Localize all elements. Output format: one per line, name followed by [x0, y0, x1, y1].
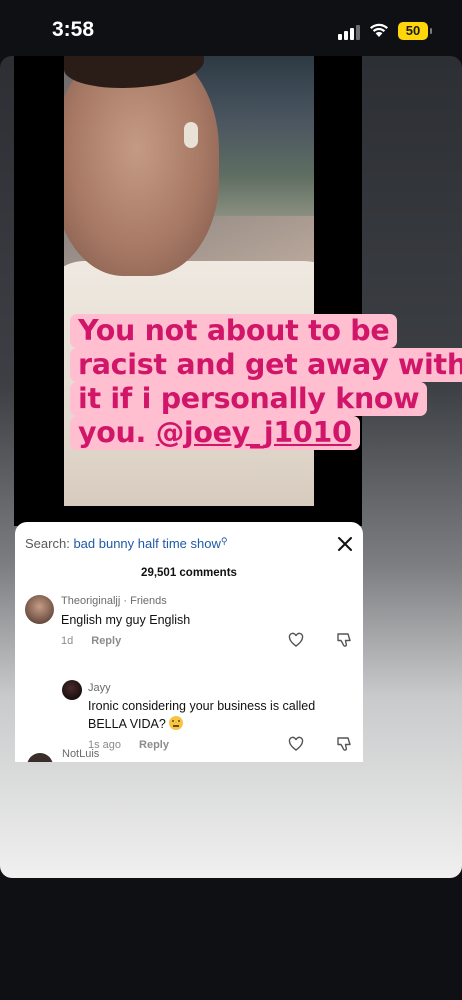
friends-label: · Friends	[123, 595, 167, 607]
in-ear-monitor	[184, 122, 198, 148]
status-bar: 3:58 50	[0, 0, 462, 56]
reply-text: Ironic considering your business is call…	[88, 697, 315, 733]
performer-face	[64, 56, 219, 276]
thinking-face-emoji	[169, 716, 184, 730]
comment-username[interactable]: Theoriginaljj · Friends	[61, 595, 167, 607]
search-label: Search:	[25, 536, 70, 551]
dislike-icon[interactable]	[336, 632, 352, 648]
avatar[interactable]	[27, 753, 53, 762]
comment-count: 29,501 comments	[141, 567, 237, 579]
heart-icon[interactable]	[288, 632, 304, 648]
reply-text-line-1: Ironic considering your business is call…	[88, 699, 316, 713]
caption-line-2: racist and get away with	[70, 348, 462, 382]
username-text[interactable]: Theoriginaljj	[61, 595, 120, 607]
cellular-signal-icon	[338, 24, 362, 40]
comment-username[interactable]: NotLuis	[62, 748, 99, 760]
comment-meta: 1d Reply	[61, 635, 121, 647]
search-suggestion[interactable]: Search: bad bunny half time show⚲	[25, 536, 227, 551]
wifi-icon	[370, 23, 388, 37]
comments-panel: Search: bad bunny half time show⚲ 29,501…	[15, 522, 363, 762]
search-icon: ⚲	[220, 536, 228, 546]
close-button[interactable]	[333, 532, 357, 556]
dislike-icon[interactable]	[336, 736, 352, 752]
reply-avatar[interactable]	[62, 680, 82, 700]
battery-indicator: 50	[398, 22, 432, 40]
avatar[interactable]	[25, 595, 54, 624]
caption-line-1: You not about to be	[70, 314, 398, 348]
heart-icon[interactable]	[288, 736, 304, 752]
caption-line-4-text: you.	[78, 416, 156, 449]
user-mention-link[interactable]: @joey_j1010	[156, 416, 352, 449]
reply-username[interactable]: Jayy	[88, 682, 111, 694]
search-query-link[interactable]: bad bunny half time show	[73, 536, 220, 551]
reply-button[interactable]: Reply	[91, 635, 121, 647]
comment-text: English my guy English	[61, 613, 191, 627]
comment-time: 1d	[61, 635, 74, 647]
story-card[interactable]: You not about to be racist and get away …	[0, 56, 462, 878]
caption-sticker[interactable]: You not about to be racist and get away …	[70, 314, 462, 462]
caption-line-3: it if i personally know	[70, 382, 428, 416]
close-icon	[338, 537, 352, 551]
reply-button[interactable]: Reply	[139, 739, 169, 751]
clock-time: 3:58	[52, 18, 95, 41]
reply-text-line-2: BELLA VIDA?	[88, 717, 166, 731]
caption-line-4: you. @joey_j1010	[70, 416, 360, 450]
reply-meta: 1s ago Reply	[88, 739, 169, 751]
